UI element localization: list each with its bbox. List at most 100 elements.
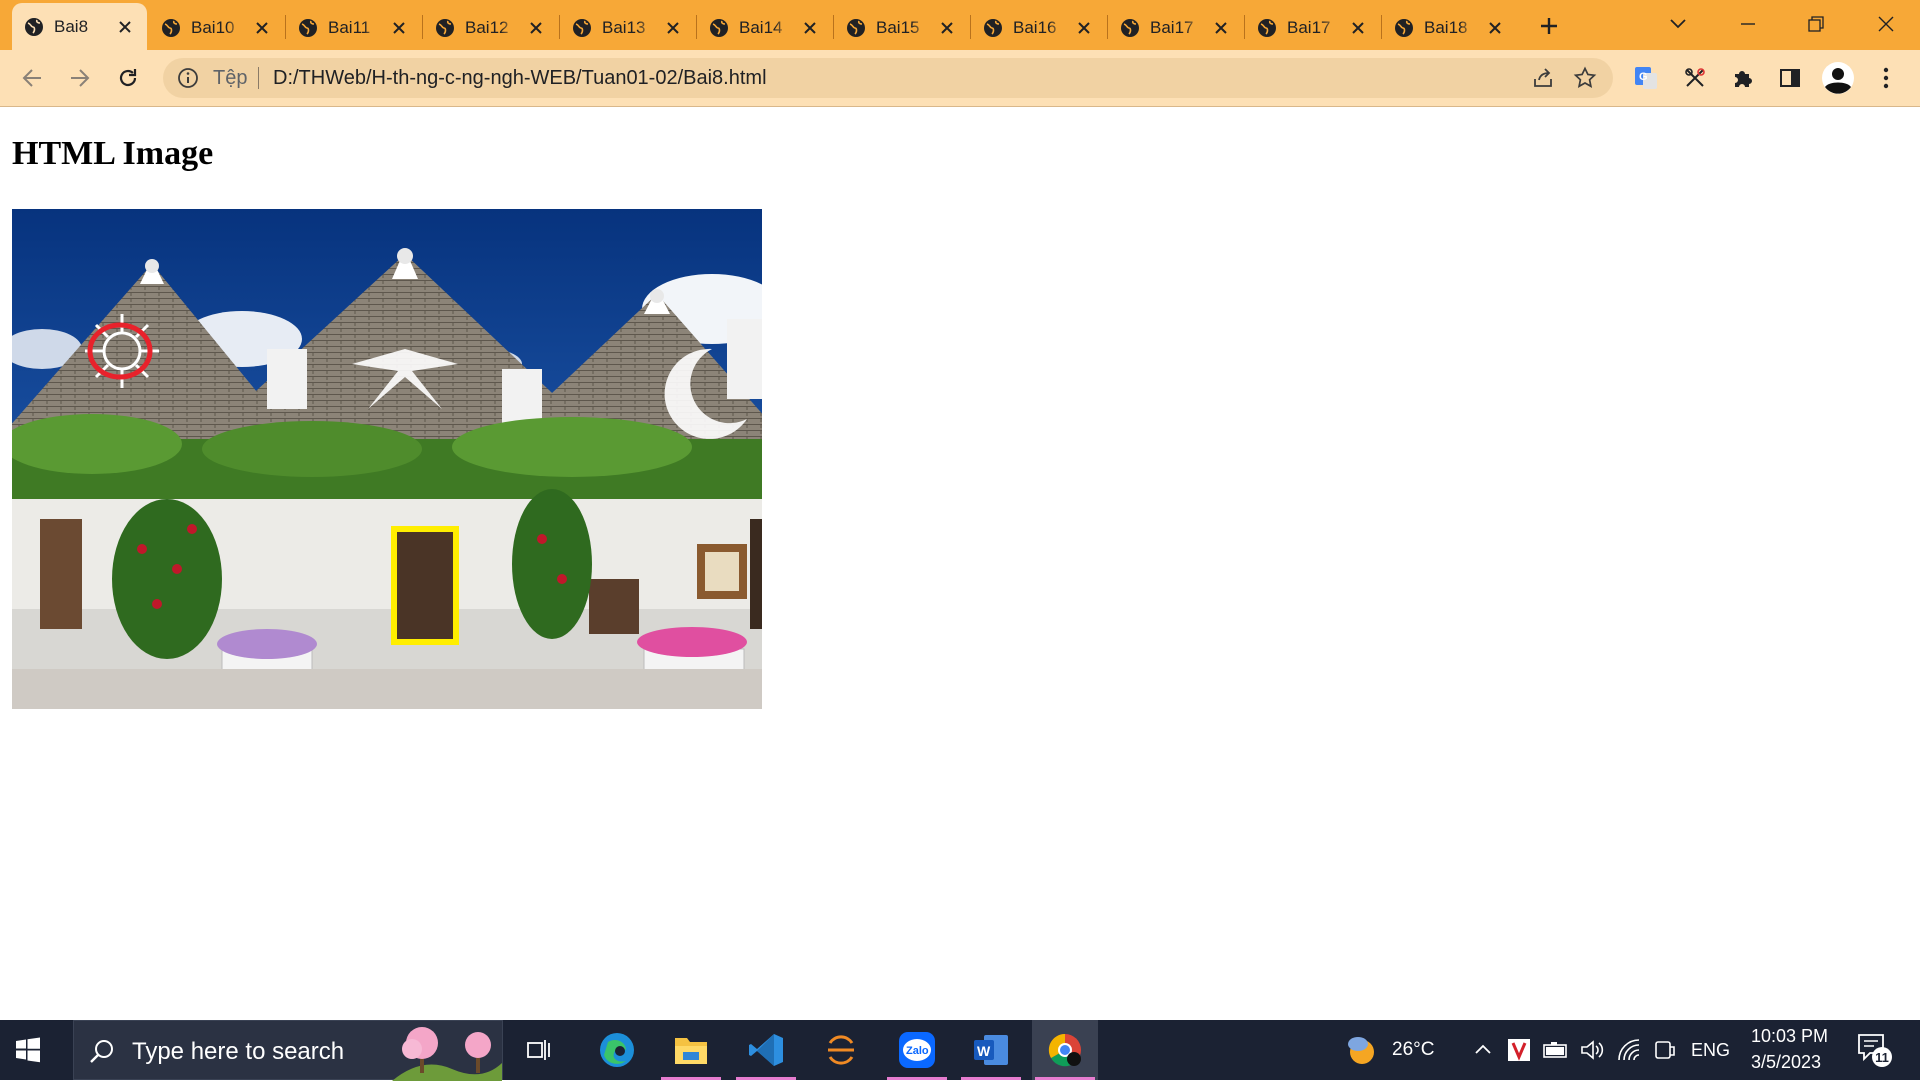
tab-close-button[interactable] (937, 18, 957, 38)
minimize-button[interactable] (1720, 6, 1776, 42)
tab-5[interactable]: Bai13 (560, 6, 695, 50)
extension-icon (1685, 68, 1705, 87)
taskbar-search[interactable]: Type here to search (73, 1020, 503, 1081)
browser-toolbar: Tệp D:/THWeb/H-th-ng-c-ng-ngh-WEB/Tuan01… (0, 50, 1920, 107)
word-icon: W (974, 1035, 1008, 1065)
share-icon[interactable] (1531, 66, 1555, 90)
tab-title: Bai16 (1013, 18, 1057, 37)
tab-title: Bai17 (1287, 18, 1331, 37)
close-icon (1878, 16, 1894, 32)
taskbar-chrome[interactable] (1032, 1020, 1098, 1080)
google-translate-button[interactable]: G (1628, 60, 1664, 96)
taskbar-vscode[interactable] (733, 1020, 799, 1080)
tab-close-button[interactable] (389, 18, 409, 38)
close-icon (804, 22, 816, 34)
tab-close-button[interactable] (663, 18, 683, 38)
taskbar-edge[interactable] (584, 1020, 650, 1080)
close-icon (667, 22, 679, 34)
windows-start-icon (16, 1037, 40, 1063)
globe-icon (710, 19, 728, 37)
weather-icon[interactable] (1344, 1032, 1380, 1068)
close-icon (941, 22, 953, 34)
tab-10[interactable]: Bai17 (1245, 6, 1380, 50)
page-title: HTML Image (12, 135, 214, 172)
tab-close-button[interactable] (800, 18, 820, 38)
close-icon (393, 22, 405, 34)
side-panel-button[interactable] (1772, 60, 1808, 96)
tab-9[interactable]: Bai17 (1108, 6, 1243, 50)
battery-icon[interactable] (1543, 1041, 1569, 1059)
back-icon (22, 69, 41, 87)
wifi-icon[interactable] (1617, 1038, 1643, 1062)
globe-icon (573, 19, 591, 37)
tab-7[interactable]: Bai15 (834, 6, 969, 50)
tab-title: Bai15 (876, 18, 920, 37)
back-button[interactable] (14, 60, 50, 96)
browser-menu-button[interactable] (1868, 60, 1904, 96)
extension-tool-button[interactable] (1677, 60, 1713, 96)
address-bar[interactable]: Tệp D:/THWeb/H-th-ng-c-ng-ngh-WEB/Tuan01… (163, 58, 1613, 98)
tab-3[interactable]: Bai11 (286, 6, 421, 50)
globe-icon (1395, 19, 1413, 37)
tab-6[interactable]: Bai14 (697, 6, 832, 50)
notification-badge: 11 (1872, 1047, 1892, 1067)
tab-close-button[interactable] (1348, 18, 1368, 38)
device-icon[interactable] (1654, 1039, 1676, 1061)
chevron-up-icon[interactable] (1474, 1042, 1492, 1056)
tab-11[interactable]: Bai18 (1382, 6, 1517, 50)
url-text[interactable]: D:/THWeb/H-th-ng-c-ng-ngh-WEB/Tuan01-02/… (273, 67, 767, 90)
profile-button[interactable] (1820, 60, 1856, 96)
search-icon (90, 1040, 113, 1063)
close-icon (1078, 22, 1090, 34)
tab-title: Bai14 (739, 18, 783, 37)
weather-temperature[interactable]: 26°C (1392, 1039, 1434, 1061)
volume-icon[interactable] (1580, 1039, 1606, 1061)
sublime-icon (828, 1035, 854, 1065)
new-tab-button[interactable] (1531, 11, 1567, 41)
tab-4[interactable]: Bai12 (423, 6, 558, 50)
tab-search-button[interactable] (1650, 6, 1706, 42)
taskbar-zalo[interactable]: Zalo (884, 1020, 950, 1080)
antivirus-icon[interactable] (1507, 1038, 1531, 1062)
reload-icon (119, 69, 137, 87)
windows-taskbar: Type here to search Zalo W 26°C ENG 10:0… (0, 1020, 1920, 1081)
tab-close-button[interactable] (1485, 18, 1505, 38)
tab-1[interactable]: Bai8 (12, 3, 147, 50)
taskbar-sublime[interactable] (808, 1020, 874, 1080)
tab-2[interactable]: Bai10 (149, 6, 284, 50)
info-icon[interactable] (177, 67, 199, 89)
tab-close-button[interactable] (1211, 18, 1231, 38)
close-icon (119, 20, 131, 33)
globe-icon (847, 19, 865, 37)
tab-close-button[interactable] (115, 17, 135, 37)
forward-button[interactable] (62, 60, 98, 96)
tab-title: Bai12 (465, 18, 509, 37)
tab-close-button[interactable] (252, 18, 272, 38)
tab-close-button[interactable] (526, 18, 546, 38)
task-view-button[interactable] (506, 1020, 572, 1080)
input-language[interactable]: ENG (1691, 1040, 1730, 1061)
reload-button[interactable] (110, 60, 146, 96)
tab-close-button[interactable] (1074, 18, 1094, 38)
clock-date[interactable]: 3/5/2023 (1751, 1052, 1821, 1073)
globe-icon (299, 19, 317, 37)
tab-title: Bai17 (1150, 18, 1194, 37)
restore-button[interactable] (1788, 6, 1844, 42)
protocol-label: Tệp (213, 67, 248, 89)
clock-time[interactable]: 10:03 PM (1751, 1026, 1828, 1047)
star-icon[interactable] (1573, 66, 1597, 90)
extensions-button[interactable] (1725, 60, 1761, 96)
close-icon (1215, 22, 1227, 34)
tab-8[interactable]: Bai16 (971, 6, 1106, 50)
edge-icon (600, 1033, 634, 1067)
close-icon (1489, 22, 1501, 34)
tab-strip: Bai8 Bai10 Bai11 Bai12 Bai13 Bai14 Bai15 Bai16 B… (0, 0, 1920, 50)
taskbar-word[interactable]: W (958, 1020, 1024, 1080)
notification-center-button[interactable]: 11 (1856, 1032, 1892, 1068)
taskbar-file-explorer[interactable] (658, 1020, 724, 1080)
restore-icon (1808, 16, 1824, 32)
trulli-image-map[interactable] (12, 209, 762, 709)
svg-text:W: W (977, 1043, 991, 1059)
start-button[interactable] (14, 1036, 42, 1069)
close-window-button[interactable] (1858, 6, 1914, 42)
